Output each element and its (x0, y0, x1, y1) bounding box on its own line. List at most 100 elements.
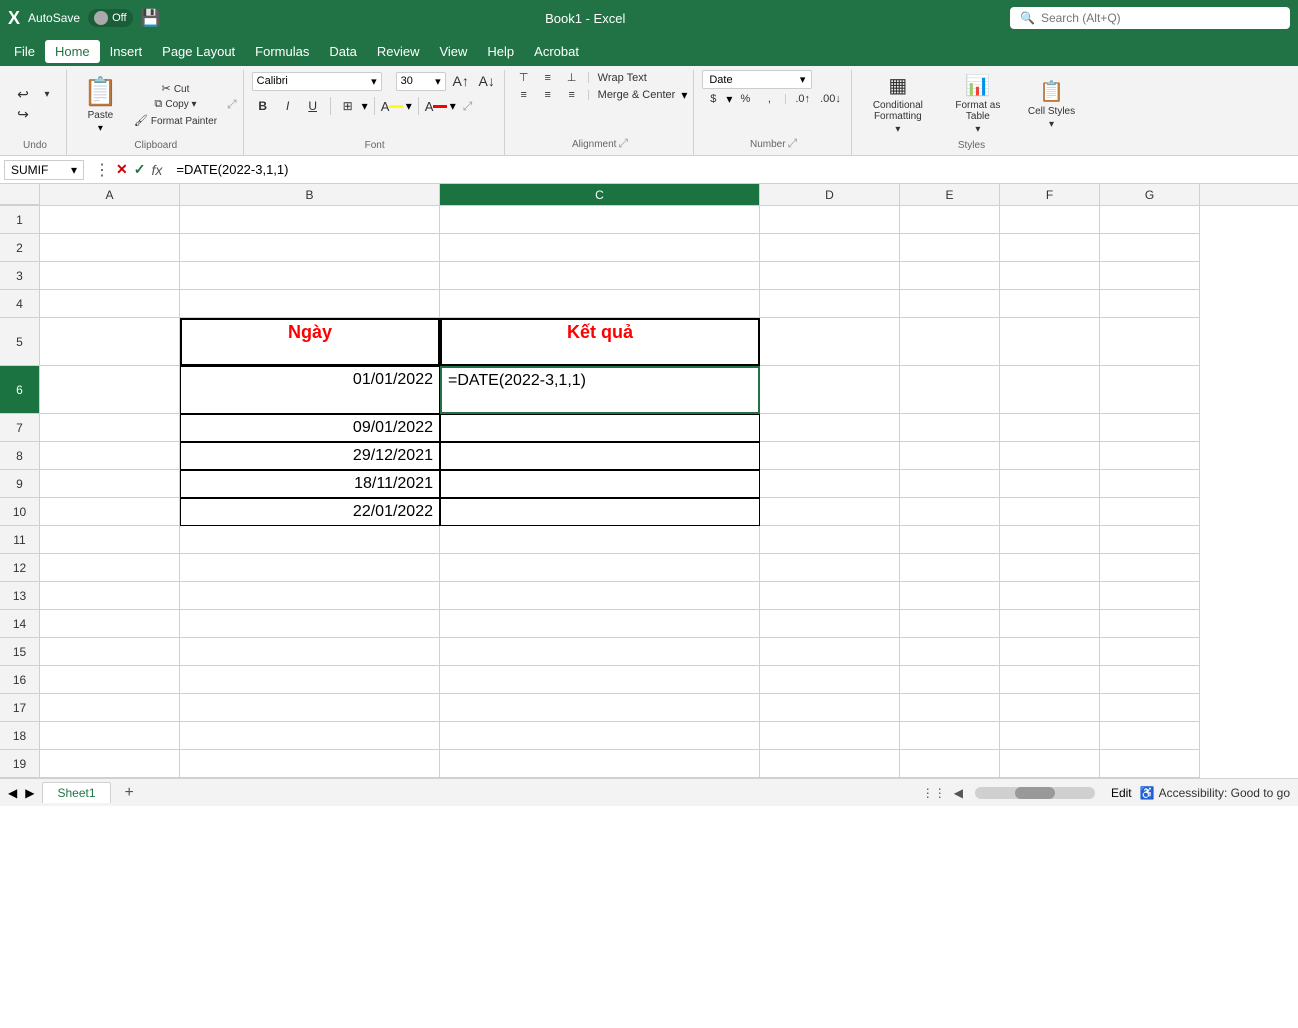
font-name-dropdown[interactable]: Calibri▾ (252, 72, 382, 91)
cell-d12[interactable] (760, 554, 900, 582)
cell-d15[interactable] (760, 638, 900, 666)
row-num-2[interactable]: 2 (0, 234, 40, 262)
cell-a16[interactable] (40, 666, 180, 694)
cell-a10[interactable] (40, 498, 180, 526)
redo-button[interactable]: ↪ (12, 105, 34, 124)
col-header-e[interactable]: E (900, 184, 1000, 205)
cell-c13[interactable] (440, 582, 760, 610)
cell-e9[interactable] (900, 470, 1000, 498)
conditional-formatting-button[interactable]: ▦ Conditional Formatting ▾ (860, 70, 936, 138)
cell-a18[interactable] (40, 722, 180, 750)
cell-f6[interactable] (1000, 366, 1100, 414)
menu-data[interactable]: Data (319, 40, 366, 63)
menu-file[interactable]: File (4, 40, 45, 63)
align-right-button[interactable]: ≡ (561, 88, 583, 102)
cell-c10[interactable] (440, 498, 760, 526)
cell-d17[interactable] (760, 694, 900, 722)
cell-a4[interactable] (40, 290, 180, 318)
underline-button[interactable]: U (302, 95, 324, 117)
align-bottom-button[interactable]: ⊥ (561, 70, 583, 85)
cell-b9[interactable]: 18/11/2021 (180, 470, 440, 498)
cell-g6[interactable] (1100, 366, 1200, 414)
cell-b11[interactable] (180, 526, 440, 554)
cell-a14[interactable] (40, 610, 180, 638)
cell-a7[interactable] (40, 414, 180, 442)
save-icon[interactable]: 💾 (141, 8, 161, 28)
wrap-text-button[interactable]: Wrap Text (594, 71, 651, 85)
cell-a5[interactable] (40, 318, 180, 366)
col-header-c[interactable]: C (440, 184, 760, 205)
align-middle-button[interactable]: ≡ (537, 71, 559, 85)
col-header-b[interactable]: B (180, 184, 440, 205)
cell-g15[interactable] (1100, 638, 1200, 666)
cell-b18[interactable] (180, 722, 440, 750)
more-options-icon[interactable]: ⋮ (94, 160, 110, 180)
alignment-expand[interactable]: ⤢ (618, 136, 628, 151)
cell-f17[interactable] (1000, 694, 1100, 722)
row-num-17[interactable]: 17 (0, 694, 40, 722)
cell-d11[interactable] (760, 526, 900, 554)
cell-c4[interactable] (440, 290, 760, 318)
cell-g3[interactable] (1100, 262, 1200, 290)
cell-f2[interactable] (1000, 234, 1100, 262)
row-num-12[interactable]: 12 (0, 554, 40, 582)
cell-d1[interactable] (760, 206, 900, 234)
scroll-left-button[interactable]: ◀ (954, 786, 963, 800)
cell-d2[interactable] (760, 234, 900, 262)
formula-input[interactable] (172, 160, 1294, 179)
menu-help[interactable]: Help (477, 40, 524, 63)
cell-e5[interactable] (900, 318, 1000, 366)
cell-a19[interactable] (40, 750, 180, 778)
cell-g8[interactable] (1100, 442, 1200, 470)
add-sheet-button[interactable]: + (119, 782, 140, 804)
cell-e7[interactable] (900, 414, 1000, 442)
row-num-1[interactable]: 1 (0, 206, 40, 234)
row-num-8[interactable]: 8 (0, 442, 40, 470)
cell-g4[interactable] (1100, 290, 1200, 318)
cancel-icon[interactable]: ✕ (116, 161, 128, 178)
cell-f4[interactable] (1000, 290, 1100, 318)
comma-button[interactable]: , (758, 92, 780, 106)
cell-f3[interactable] (1000, 262, 1100, 290)
horizontal-scrollbar[interactable] (975, 787, 1095, 799)
cell-d5[interactable] (760, 318, 900, 366)
cell-f18[interactable] (1000, 722, 1100, 750)
cell-b7[interactable]: 09/01/2022 (180, 414, 440, 442)
cell-c12[interactable] (440, 554, 760, 582)
cell-d16[interactable] (760, 666, 900, 694)
cell-e16[interactable] (900, 666, 1000, 694)
sheet-tab[interactable]: Sheet1 (42, 782, 110, 803)
cell-g17[interactable] (1100, 694, 1200, 722)
cell-f13[interactable] (1000, 582, 1100, 610)
cell-g9[interactable] (1100, 470, 1200, 498)
cell-e8[interactable] (900, 442, 1000, 470)
cell-g7[interactable] (1100, 414, 1200, 442)
cell-f12[interactable] (1000, 554, 1100, 582)
cell-b2[interactable] (180, 234, 440, 262)
cell-d9[interactable] (760, 470, 900, 498)
cell-a15[interactable] (40, 638, 180, 666)
row-num-16[interactable]: 16 (0, 666, 40, 694)
decimal-inc-button[interactable]: .0↑ (791, 92, 814, 106)
col-header-a[interactable]: A (40, 184, 180, 205)
cell-c14[interactable] (440, 610, 760, 638)
cell-c1[interactable] (440, 206, 760, 234)
cell-b4[interactable] (180, 290, 440, 318)
cell-styles-button[interactable]: 📋 Cell Styles ▾ (1020, 70, 1083, 138)
cell-e11[interactable] (900, 526, 1000, 554)
cell-c2[interactable] (440, 234, 760, 262)
cell-f8[interactable] (1000, 442, 1100, 470)
cut-button[interactable]: ✂ Cut (130, 81, 221, 96)
font-expand[interactable]: ⤢ (463, 99, 473, 114)
cell-g18[interactable] (1100, 722, 1200, 750)
col-header-d[interactable]: D (760, 184, 900, 205)
cell-f5[interactable] (1000, 318, 1100, 366)
confirm-icon[interactable]: ✓ (134, 161, 146, 178)
cell-c15[interactable] (440, 638, 760, 666)
align-center-button[interactable]: ≡ (537, 88, 559, 102)
cell-b15[interactable] (180, 638, 440, 666)
fill-color-button[interactable]: A (381, 95, 403, 117)
cell-a3[interactable] (40, 262, 180, 290)
format-painter-button[interactable]: 🖌 Format Painter (130, 113, 221, 128)
cell-g13[interactable] (1100, 582, 1200, 610)
